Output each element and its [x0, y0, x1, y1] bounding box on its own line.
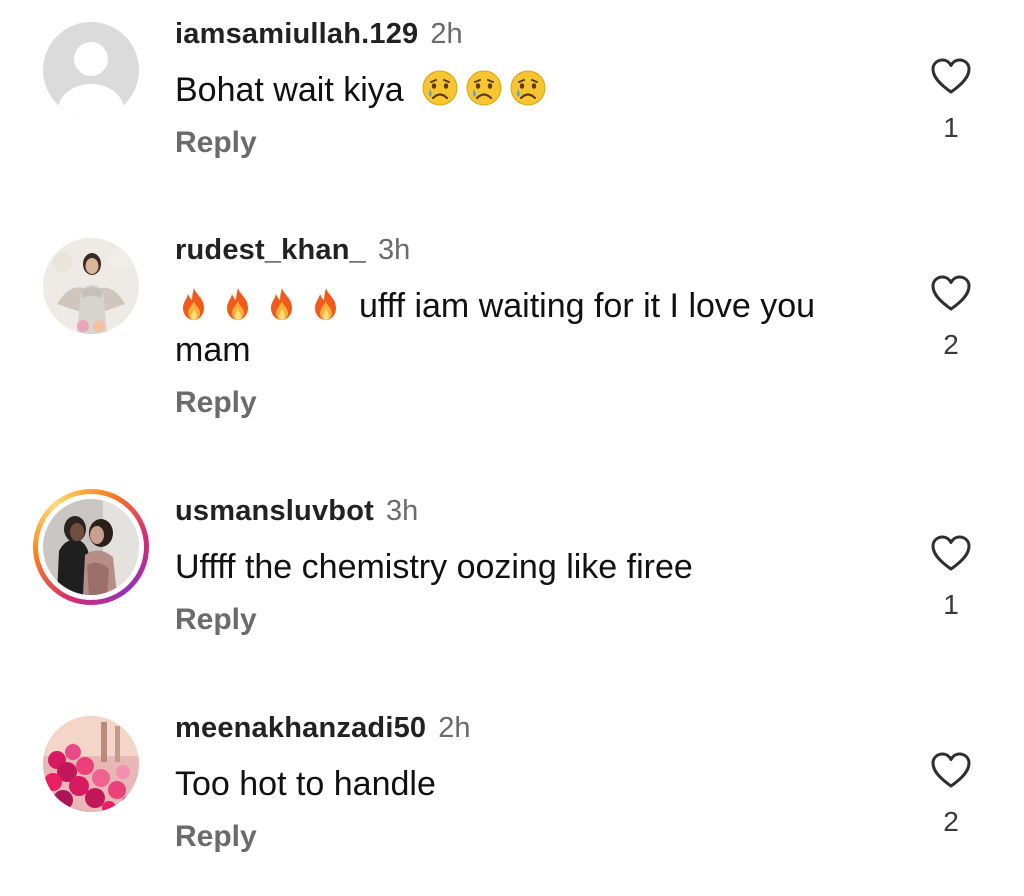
comment-header: rudest_khan_ 3h	[175, 233, 410, 267]
username[interactable]: meenakhanzadi50	[175, 712, 426, 744]
comments-list: iamsamiullah.129 2h Bohat wait kiya Repl…	[0, 0, 1024, 896]
comment-text: Too hot to handle	[175, 762, 875, 806]
comment-header: iamsamiullah.129 2h	[175, 17, 463, 51]
crying-face-emoji-icon	[509, 69, 547, 107]
reply-button[interactable]: Reply	[175, 820, 257, 854]
heart-icon[interactable]	[929, 533, 973, 573]
comment-text: Uffff the chemistry oozing like firee	[175, 545, 875, 589]
fire-emoji-icon	[263, 285, 301, 323]
like-count: 1	[943, 589, 959, 620]
avatar[interactable]	[43, 22, 139, 118]
fire-emoji-icon	[307, 285, 345, 323]
comment-header: meenakhanzadi50 2h	[175, 711, 471, 745]
comment-text: Bohat wait kiya	[175, 68, 875, 112]
heart-icon[interactable]	[929, 273, 973, 313]
comment-time: 3h	[386, 495, 419, 527]
like-count: 2	[943, 806, 959, 837]
username[interactable]: rudest_khan_	[175, 234, 366, 266]
comment-header: usmansluvbot 3h	[175, 494, 418, 528]
avatar[interactable]	[43, 499, 139, 595]
like-control: 2	[924, 750, 978, 838]
comment-body: Bohat wait kiya	[175, 71, 404, 109]
crying-face-emoji-icon	[465, 69, 503, 107]
username[interactable]: usmansluvbot	[175, 495, 374, 527]
reply-button[interactable]: Reply	[175, 386, 257, 420]
username[interactable]: iamsamiullah.129	[175, 18, 418, 50]
comment-body: Uffff the chemistry oozing like firee	[175, 548, 693, 586]
like-control: 1	[924, 533, 978, 621]
comment-time: 3h	[377, 234, 411, 266]
avatar[interactable]	[43, 716, 139, 812]
heart-icon[interactable]	[929, 56, 973, 96]
comment-text: ufff iam waiting for it I love you mam	[175, 284, 875, 372]
fire-emoji-icon	[175, 285, 213, 323]
like-control: 1	[924, 56, 978, 144]
crying-face-emoji-icon	[421, 69, 459, 107]
like-count: 2	[943, 329, 959, 360]
like-count: 1	[943, 112, 959, 143]
story-ring[interactable]	[33, 489, 149, 605]
fire-emoji-icon	[219, 285, 257, 323]
avatar[interactable]	[43, 238, 139, 334]
comment-time: 2h	[430, 18, 463, 50]
like-control: 2	[924, 273, 978, 361]
reply-button[interactable]: Reply	[175, 126, 257, 160]
heart-icon[interactable]	[929, 750, 973, 790]
comment-body: Too hot to handle	[175, 765, 436, 803]
reply-button[interactable]: Reply	[175, 603, 257, 637]
comment-time: 2h	[438, 712, 471, 744]
